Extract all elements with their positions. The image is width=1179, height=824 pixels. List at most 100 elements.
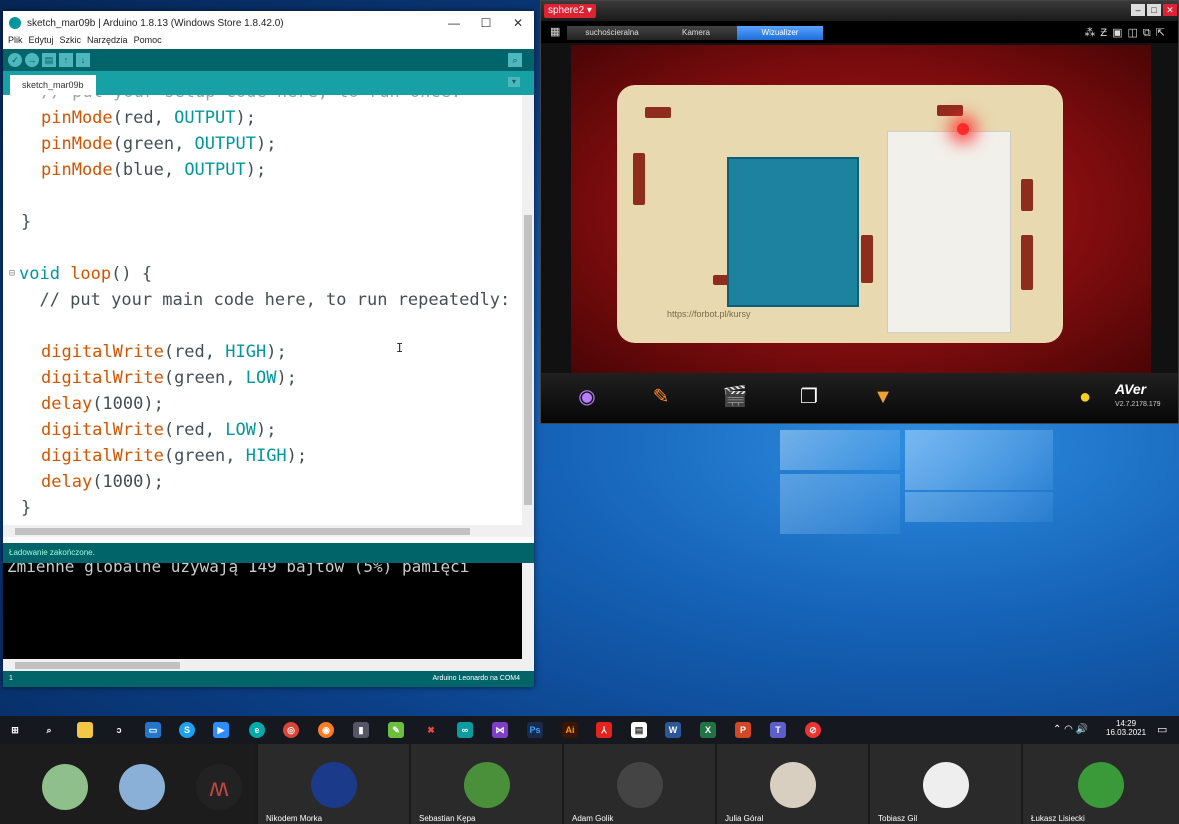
avatar: [119, 764, 165, 810]
board-slot: [645, 107, 671, 118]
participant-tile[interactable]: ʍ: [0, 744, 255, 824]
app-icon[interactable]: ✎: [388, 722, 404, 738]
menu-edytuj[interactable]: Edytuj: [29, 35, 54, 49]
participant-tile[interactable]: Julia Góral: [717, 744, 868, 824]
code-line: pinMode(blue, OUTPUT);: [41, 160, 267, 180]
participant-tile[interactable]: Sebastian Kępa: [411, 744, 562, 824]
tab-menu-button[interactable]: ▾: [508, 77, 520, 87]
app-icon[interactable]: ✖: [423, 722, 439, 738]
status-bar: Ładowanie zakończone.: [3, 543, 534, 563]
upload-button[interactable]: →: [25, 53, 39, 67]
menu-narzedzia[interactable]: Narzędzia: [87, 35, 128, 49]
notification-icon[interactable]: ▭: [1157, 723, 1167, 736]
chrome-icon[interactable]: ◎: [283, 722, 299, 738]
verify-button[interactable]: ✓: [8, 53, 22, 67]
grid-menu-icon[interactable]: ▦: [550, 26, 562, 38]
search-icon[interactable]: ⌕: [41, 722, 57, 738]
photoshop-icon[interactable]: Ps: [527, 722, 543, 738]
console-vertical-scrollbar[interactable]: [522, 563, 534, 659]
app-icon[interactable]: ▭: [145, 722, 161, 738]
start-button[interactable]: ⊞: [7, 722, 23, 738]
tabs-row: sketch_mar09b ▾: [3, 71, 534, 95]
participant-tile[interactable]: Tobiasz Gil: [870, 744, 1021, 824]
color-wheel-icon[interactable]: ●: [1071, 383, 1099, 411]
arduino-taskbar-icon[interactable]: ∞: [457, 722, 473, 738]
scroll-thumb[interactable]: [15, 662, 180, 669]
zoom-icon[interactable]: ▶: [213, 722, 229, 738]
code-line: pinMode(green, OUTPUT);: [41, 134, 277, 154]
new-button[interactable]: ▤: [42, 53, 56, 67]
pdf-icon[interactable]: ⅄: [596, 722, 612, 738]
clapperboard-icon[interactable]: 🎬: [721, 383, 749, 411]
board-slot: [1021, 235, 1033, 290]
participant-name: Sebastian Kępa: [419, 814, 476, 823]
code-line: // put your main code here, to run repea…: [19, 290, 511, 310]
clock[interactable]: 14:29 16.03.2021: [1106, 719, 1146, 737]
minimize-button[interactable]: —: [438, 16, 470, 30]
close-button[interactable]: ✕: [1163, 4, 1177, 16]
edge-icon[interactable]: e: [249, 722, 265, 738]
app-icon[interactable]: ▮: [353, 722, 369, 738]
sphere-titlebar: sphere2 ▾ – □ ✕: [541, 1, 1178, 21]
maximize-button[interactable]: □: [1147, 4, 1161, 16]
windows-logo-pane: [905, 430, 1053, 490]
fold-icon[interactable]: ⊟: [9, 268, 15, 279]
visual-studio-icon[interactable]: ⋈: [492, 722, 508, 738]
tab-wizualizer[interactable]: Wizualizer: [737, 26, 823, 40]
console-horizontal-scrollbar[interactable]: [3, 659, 534, 671]
avatar: [42, 764, 88, 810]
editor-horizontal-scrollbar[interactable]: [3, 525, 534, 537]
illustrator-icon[interactable]: Ai: [562, 722, 578, 738]
window-tools-icons[interactable]: ⁂Ƶ▣◫⧉⇱: [1084, 26, 1170, 40]
menu-plik[interactable]: Plik: [8, 35, 23, 49]
tab-kamera[interactable]: Kamera: [651, 26, 741, 40]
menu-szkic[interactable]: Szkic: [60, 35, 82, 49]
sphere-toolbar: ◉ ✎ 🎬 ❐ ▼ ● AVer V2.7.2178.179: [541, 373, 1178, 423]
presentation-icon[interactable]: ▼: [869, 383, 897, 411]
editor-vertical-scrollbar[interactable]: [522, 95, 534, 525]
participants-gallery: ʍ Nikodem Morka Sebastian Kępa Adam Goli…: [0, 744, 1179, 824]
participant-tile[interactable]: Adam Golik: [564, 744, 715, 824]
lens-icon[interactable]: ◉: [573, 383, 601, 411]
scroll-thumb[interactable]: [15, 528, 470, 535]
tray-icons[interactable]: ⌃ ◠ 🔊: [1053, 724, 1088, 735]
windows-taskbar: ⊞ ⌕ ↄ ▭ S ▶ e ◎ ◉ ▮ ✎ ✖ ∞ ⋈ Ps Ai ⅄ ▤ W …: [0, 716, 1179, 744]
participant-tile[interactable]: Łukasz Lisiecki: [1023, 744, 1179, 824]
scroll-thumb[interactable]: [524, 215, 532, 505]
code-line: digitalWrite(red, LOW);: [41, 420, 277, 440]
serial-monitor-button[interactable]: ⌕: [508, 53, 522, 67]
tab-sketch[interactable]: sketch_mar09b: [10, 75, 96, 95]
documents-icon[interactable]: ❐: [795, 383, 823, 411]
maximize-button[interactable]: ☐: [470, 16, 502, 30]
app-icon[interactable]: ▤: [631, 722, 647, 738]
app-name: sphere2: [548, 5, 585, 16]
tab-suchoscieralna[interactable]: suchościeralna: [567, 26, 657, 40]
line-number: 1: [9, 675, 13, 682]
code-line: }: [21, 498, 32, 518]
firefox-icon[interactable]: ◉: [318, 722, 334, 738]
code-line: void loop() {: [19, 264, 153, 284]
powerpoint-icon[interactable]: P: [735, 722, 751, 738]
code-editor[interactable]: // put your setup code here, to run once…: [3, 95, 522, 525]
app-icon[interactable]: ↄ: [111, 722, 127, 738]
menu-pomoc[interactable]: Pomoc: [134, 35, 162, 49]
sphere-menu-button[interactable]: sphere2 ▾: [544, 4, 596, 18]
open-button[interactable]: ↑: [59, 53, 73, 67]
close-button[interactable]: ✕: [502, 16, 534, 30]
minimize-button[interactable]: –: [1131, 4, 1145, 16]
code-line: digitalWrite(green, HIGH);: [41, 446, 308, 466]
code-line: digitalWrite(green, LOW);: [41, 368, 297, 388]
code-line: // put your setup code here, to run once…: [21, 95, 461, 105]
sphere-tabs: ▦ suchościeralna Kamera Wizualizer ⁂Ƶ▣◫⧉…: [541, 21, 1178, 43]
app-icon[interactable]: ⊘: [805, 722, 821, 738]
word-icon[interactable]: W: [665, 722, 681, 738]
save-button[interactable]: ↓: [76, 53, 90, 67]
skype-icon[interactable]: S: [179, 722, 195, 738]
file-explorer-icon[interactable]: [77, 722, 93, 738]
participant-tile[interactable]: Nikodem Morka: [258, 744, 409, 824]
excel-icon[interactable]: X: [700, 722, 716, 738]
pencil-ruler-icon[interactable]: ✎: [647, 383, 675, 411]
teams-icon[interactable]: T: [770, 722, 786, 738]
toolbar: ✓ → ▤ ↑ ↓ ⌕: [3, 49, 534, 71]
rgb-led: [957, 123, 969, 135]
